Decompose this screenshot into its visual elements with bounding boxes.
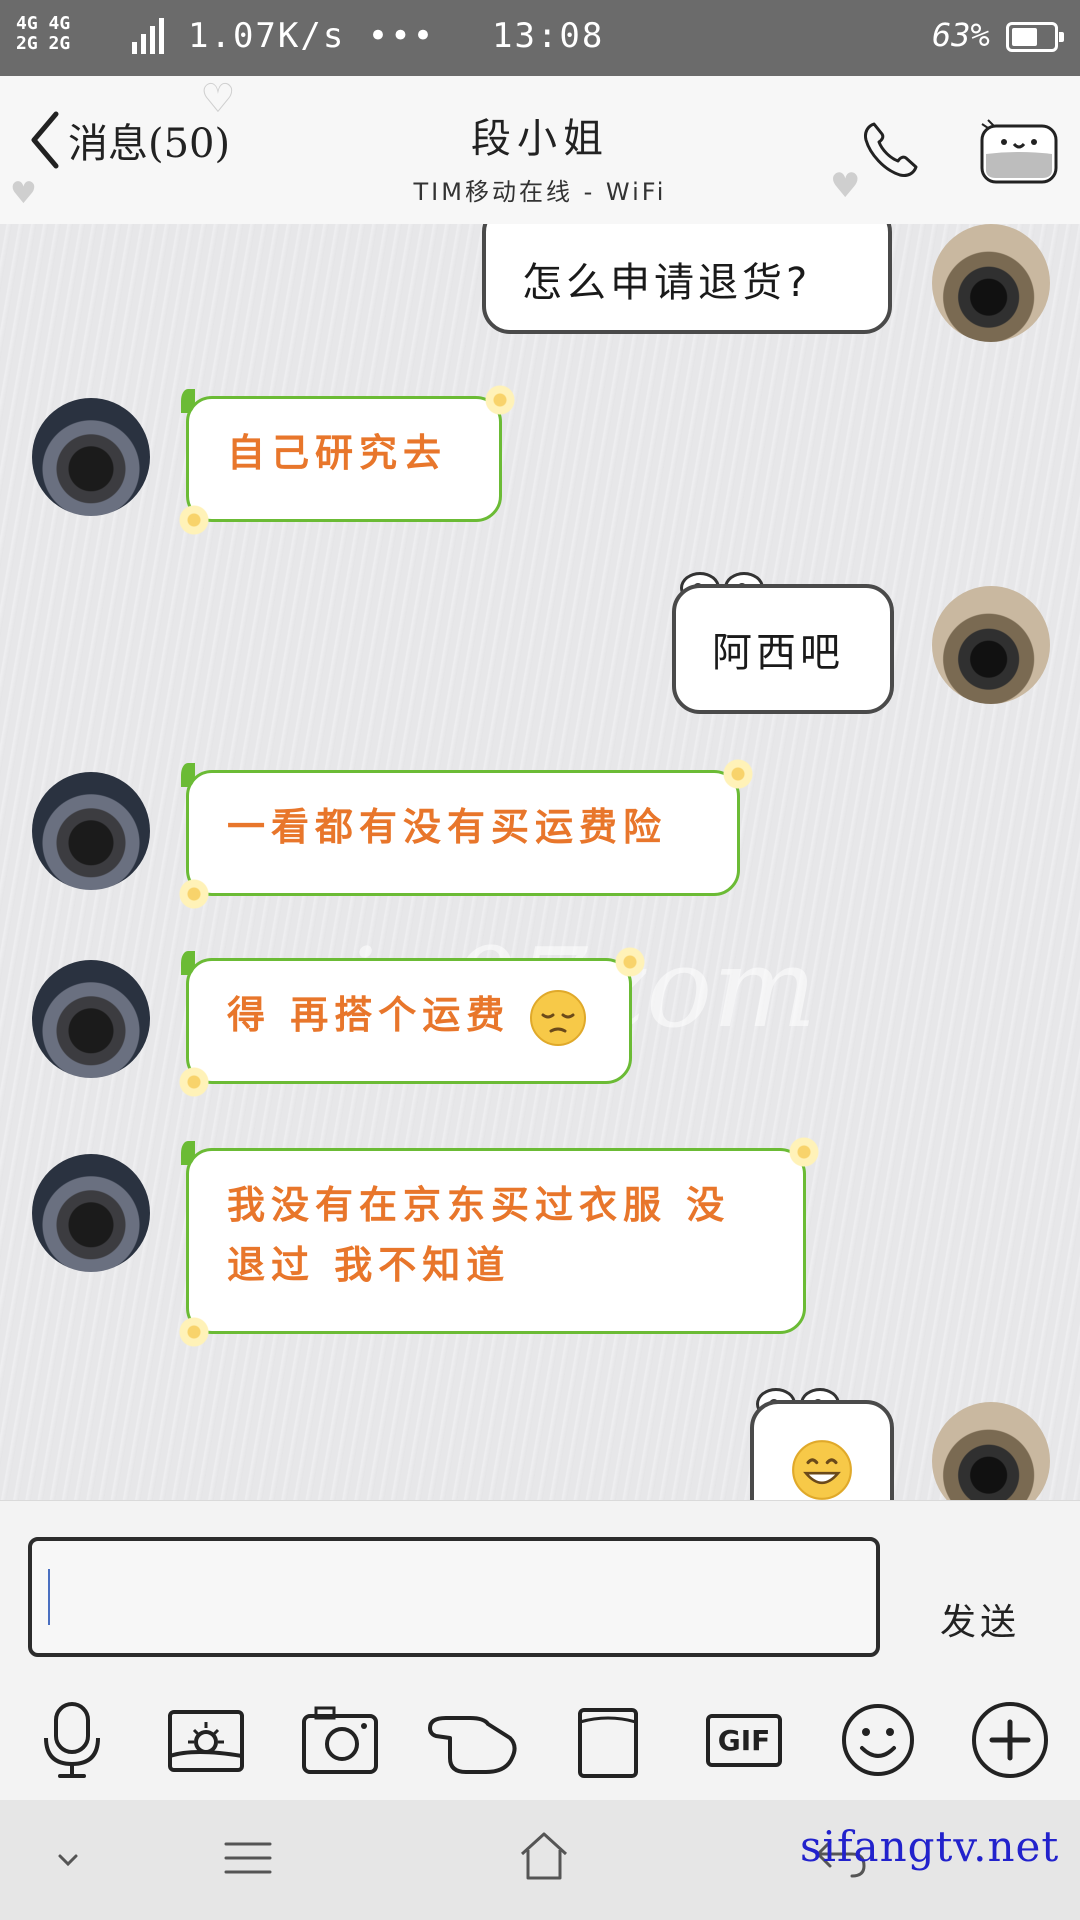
- message-bubble-incoming[interactable]: 自己研究去: [179, 385, 515, 535]
- poke-hand-icon[interactable]: [426, 1698, 522, 1782]
- plus-icon[interactable]: [968, 1698, 1052, 1782]
- input-toolbar: GIF: [0, 1684, 1080, 1800]
- flower-decoration-icon: [179, 879, 209, 909]
- send-button[interactable]: 发送: [940, 1593, 1020, 1645]
- message-text: 一看都有没有买运费险: [227, 805, 668, 849]
- network-speed: 1.07K/s •••: [188, 16, 436, 56]
- network-indicator: 4G 4G 2G 2G: [16, 14, 70, 54]
- message-bubble-incoming[interactable]: 我没有在京东买过衣服 没 退过 我不知道: [179, 1137, 819, 1347]
- file-icon[interactable]: [566, 1698, 650, 1782]
- flower-decoration-icon: [179, 1067, 209, 1097]
- contact-avatar[interactable]: [32, 772, 150, 890]
- contact-avatar[interactable]: [32, 1154, 150, 1272]
- message-bubble-outgoing[interactable]: 阿西吧: [672, 584, 894, 714]
- network-top-label: 4G 4G: [16, 13, 71, 34]
- site-watermark: sifangtv.net: [800, 1822, 1060, 1871]
- microphone-icon[interactable]: [30, 1698, 114, 1782]
- battery-level-fill: [1012, 28, 1037, 46]
- message-bubble-outgoing[interactable]: [750, 1400, 894, 1500]
- message-text-line: 我没有在京东买过衣服 没: [227, 1183, 731, 1227]
- network-bottom-label: 2G 2G: [16, 33, 71, 54]
- message-text: 得 再搭个运费: [227, 993, 511, 1037]
- flower-decoration-icon: [789, 1137, 819, 1167]
- message-input[interactable]: [28, 1537, 880, 1657]
- gif-icon[interactable]: GIF: [702, 1698, 786, 1782]
- profile-menu-icon[interactable]: [978, 114, 1060, 186]
- presence-status: TIM移动在线 - WiFi: [413, 178, 667, 206]
- chevron-left-icon: [31, 111, 59, 169]
- camera-icon[interactable]: [298, 1698, 382, 1782]
- heart-decoration-icon: ♥: [830, 166, 861, 206]
- battery-percent: 63%: [932, 16, 990, 54]
- contact-name: 段小姐: [471, 116, 609, 162]
- message-text: 怎么申请退货?: [522, 260, 812, 306]
- contact-avatar[interactable]: [32, 398, 150, 516]
- home-icon[interactable]: [516, 1830, 572, 1882]
- emoji-icon[interactable]: [836, 1698, 920, 1782]
- leaf-decoration-icon: [181, 389, 195, 413]
- leaf-decoration-icon: [181, 1141, 195, 1165]
- compose-bar: 发送: [0, 1500, 1080, 1685]
- text-cursor: [48, 1569, 50, 1625]
- back-label: 消息(50): [68, 121, 231, 167]
- flower-decoration-icon: [615, 947, 645, 977]
- leaf-decoration-icon: [181, 763, 195, 787]
- heart-decoration-icon: ♥: [10, 176, 37, 211]
- message-text: 自己研究去: [227, 431, 448, 475]
- leaf-decoration-icon: [181, 951, 195, 975]
- signal-icon: [132, 18, 164, 54]
- status-bar: 4G 4G 2G 2G 1.07K/s ••• 13:08 63%: [0, 0, 1080, 76]
- pensive-face-icon: [530, 989, 587, 1046]
- message-text-line: 退过 我不知道: [227, 1243, 511, 1287]
- collapse-icon[interactable]: [50, 1852, 86, 1872]
- my-avatar[interactable]: [932, 1402, 1050, 1500]
- flower-decoration-icon: [179, 1317, 209, 1347]
- gif-label: GIF: [705, 1713, 783, 1767]
- flower-decoration-icon: [485, 385, 515, 415]
- contact-avatar[interactable]: [32, 960, 150, 1078]
- contact-info[interactable]: 段小姐 TIM移动在线 - WiFi: [340, 106, 740, 207]
- grinning-face-icon: [792, 1440, 852, 1500]
- flower-decoration-icon: [723, 759, 753, 789]
- battery-icon: [1006, 22, 1064, 52]
- chat-header: ♡ ♥ ♥ 消息(50) 段小姐 TIM移动在线 - WiFi: [0, 76, 1080, 225]
- message-list[interactable]: yin07zom 怎么申请退货? 自己研究去 阿西吧 一看都有没有买运费险 得 …: [0, 224, 1080, 1500]
- flower-decoration-icon: [179, 505, 209, 535]
- clock: 13:08: [492, 16, 605, 56]
- back-button[interactable]: 消息(50): [28, 110, 230, 170]
- menu-icon[interactable]: [220, 1836, 276, 1880]
- my-avatar[interactable]: [932, 586, 1050, 704]
- message-text: 阿西吧: [712, 630, 844, 676]
- system-nav-bar: sifangtv.net: [0, 1800, 1080, 1920]
- my-avatar[interactable]: [932, 224, 1050, 342]
- message-bubble-incoming[interactable]: 一看都有没有买运费险: [179, 759, 753, 909]
- phone-icon[interactable]: [860, 118, 922, 180]
- image-icon[interactable]: [164, 1698, 248, 1782]
- message-bubble-incoming[interactable]: 得 再搭个运费: [179, 947, 645, 1097]
- message-bubble-outgoing[interactable]: 怎么申请退货?: [482, 224, 892, 334]
